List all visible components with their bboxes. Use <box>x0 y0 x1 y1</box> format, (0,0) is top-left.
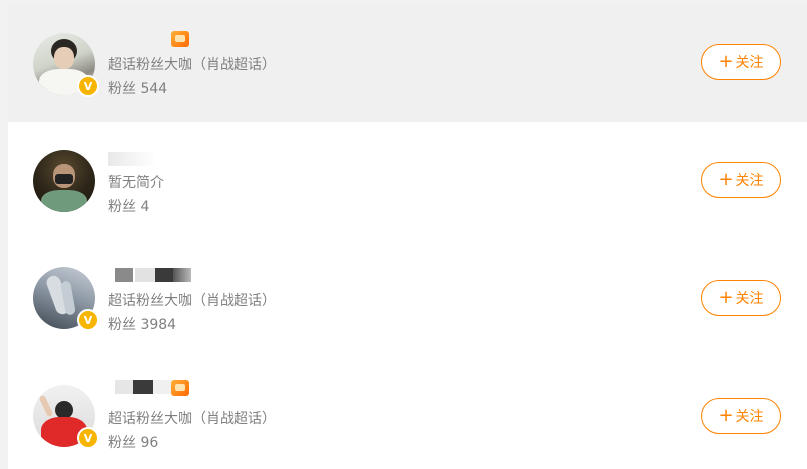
follow-button[interactable]: + 关注 <box>701 162 781 198</box>
user-description: 超话粉丝大咖（肖战超话） <box>108 411 276 427</box>
super-fan-crown-icon <box>171 31 189 47</box>
fans-number: 544 <box>140 81 168 97</box>
user-row[interactable]: V 超话粉丝大咖（肖战超话） 粉丝 3984 + 关注 <box>8 240 807 358</box>
fans-label: 粉丝 <box>108 317 136 333</box>
plus-icon: + <box>718 51 734 72</box>
plus-icon: + <box>718 169 734 190</box>
avatar[interactable]: V <box>33 267 99 331</box>
verified-badge-icon: V <box>77 427 99 449</box>
verified-badge-icon: V <box>77 309 99 331</box>
follow-button[interactable]: + 关注 <box>701 280 781 316</box>
avatar[interactable]: V <box>33 385 99 449</box>
user-description: 暂无简介 <box>108 175 164 191</box>
fans-label: 粉丝 <box>108 199 136 215</box>
user-list: V 超话粉丝大咖（肖战超话） 粉丝 544 + 关注 暂无简介 粉丝 4 + 关… <box>0 0 807 469</box>
follow-label: 关注 <box>735 291 764 307</box>
plus-icon: + <box>718 405 734 426</box>
user-row[interactable]: V 超话粉丝大咖（肖战超话） 粉丝 96 + 关注 <box>8 358 807 469</box>
user-description: 超话粉丝大咖（肖战超话） <box>108 57 276 73</box>
fans-count: 粉丝 96 <box>108 432 158 452</box>
fans-label: 粉丝 <box>108 81 136 97</box>
follow-button[interactable]: + 关注 <box>701 44 781 80</box>
username-redacted <box>135 268 155 282</box>
fans-number: 3984 <box>140 317 177 333</box>
username-redacted <box>153 380 171 394</box>
user-row[interactable]: 暂无简介 粉丝 4 + 关注 <box>8 122 807 240</box>
username-redacted <box>115 268 133 282</box>
follow-label: 关注 <box>735 55 764 71</box>
fans-label: 粉丝 <box>108 435 136 451</box>
verified-badge-icon: V <box>77 75 99 97</box>
follow-label: 关注 <box>735 173 764 189</box>
super-fan-crown-icon <box>171 380 189 396</box>
avatar[interactable] <box>33 150 95 212</box>
follow-button[interactable]: + 关注 <box>701 398 781 434</box>
fans-number: 96 <box>140 435 159 451</box>
user-description: 超话粉丝大咖（肖战超话） <box>108 293 276 309</box>
user-row[interactable]: V 超话粉丝大咖（肖战超话） 粉丝 544 + 关注 <box>8 4 807 122</box>
follow-label: 关注 <box>735 409 764 425</box>
username-redacted <box>173 268 191 282</box>
username-redacted <box>133 380 153 394</box>
fans-count: 粉丝 544 <box>108 78 167 98</box>
username-redacted <box>115 380 133 394</box>
avatar[interactable]: V <box>33 33 99 97</box>
plus-icon: + <box>718 287 734 308</box>
fans-count: 粉丝 3984 <box>108 314 176 334</box>
fans-number: 4 <box>140 199 150 215</box>
username-redacted <box>155 268 173 282</box>
username-redacted <box>108 152 156 166</box>
fans-count: 粉丝 4 <box>108 196 149 216</box>
